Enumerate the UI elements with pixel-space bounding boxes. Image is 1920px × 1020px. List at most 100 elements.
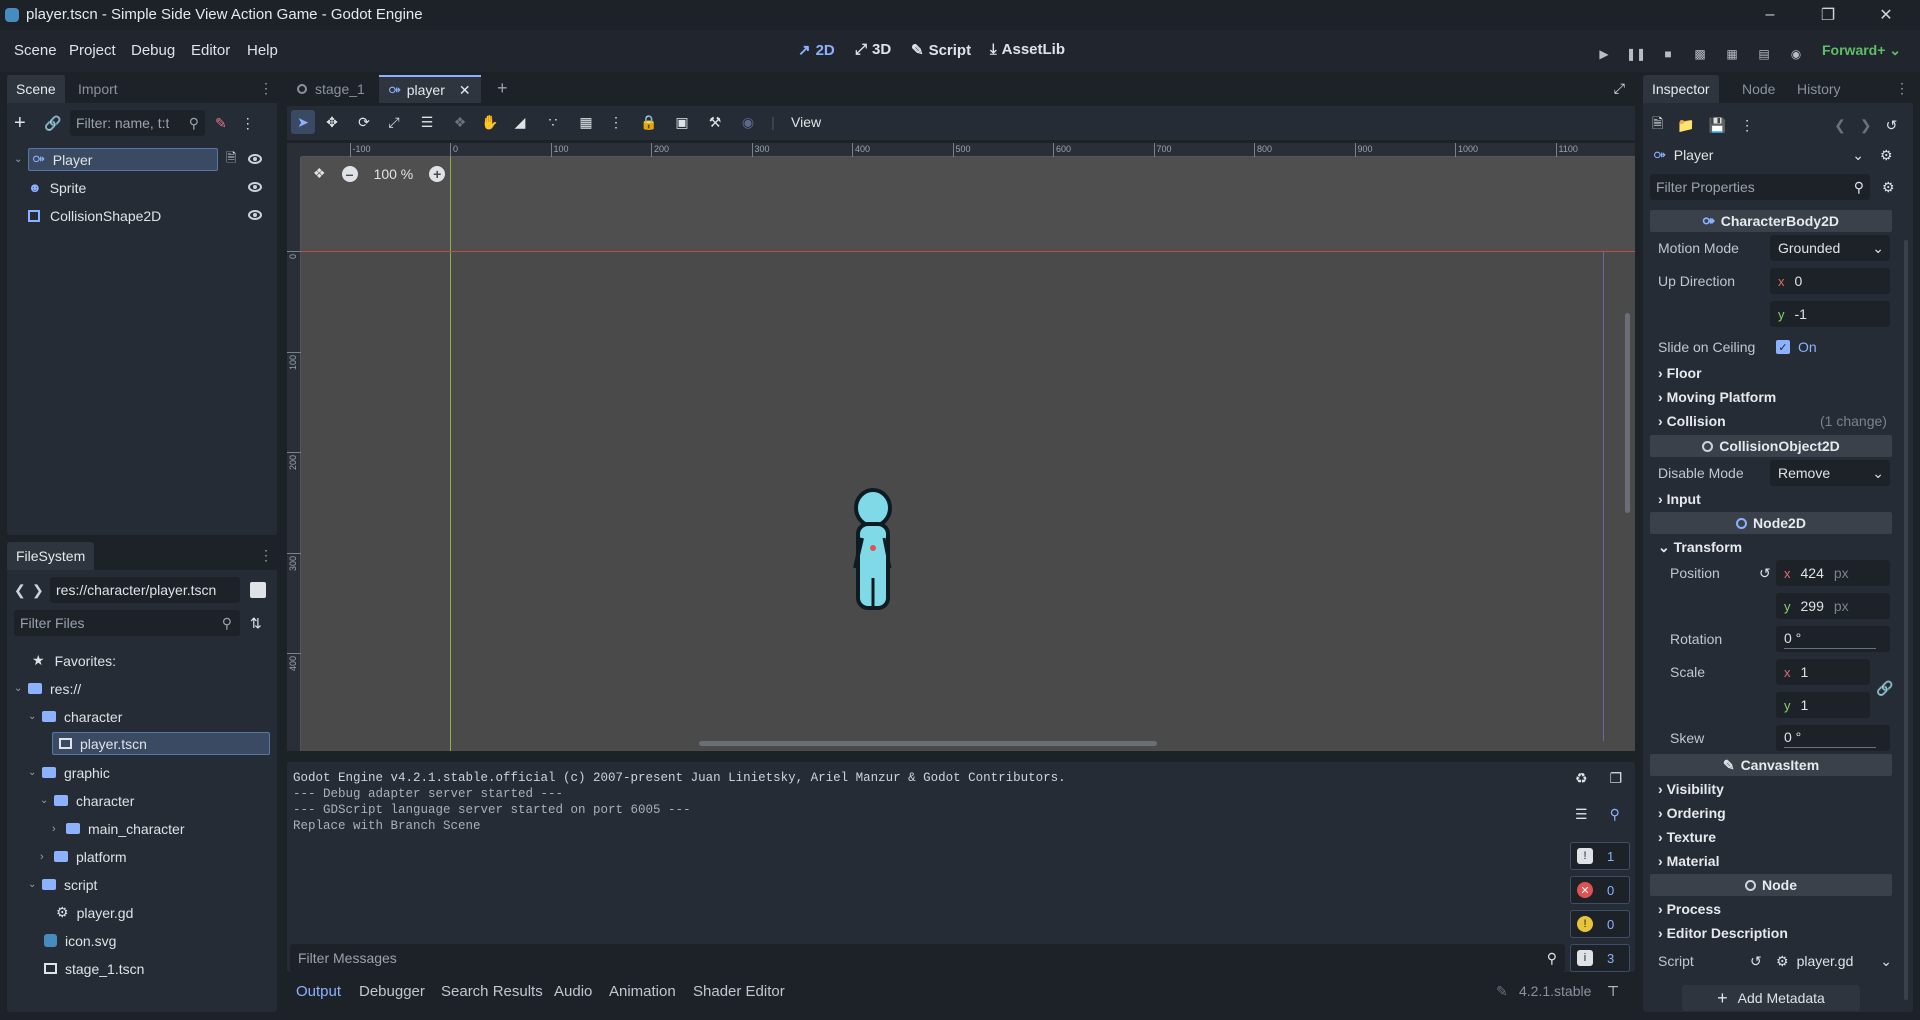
tab-scene[interactable]: Scene	[7, 75, 65, 103]
scale-x-field[interactable]: x1	[1776, 659, 1870, 685]
scale-tool-icon[interactable]: ⤢	[379, 114, 409, 131]
tree-folder-character[interactable]: ⌄ character	[28, 705, 122, 728]
tree-folder-graphic[interactable]: ⌄ graphic	[28, 761, 110, 784]
bottom-tab-shader-editor[interactable]: Shader Editor	[693, 983, 785, 1000]
script-attached-icon[interactable]: 🗎	[226, 149, 236, 171]
bottom-tab-audio[interactable]: Audio	[554, 983, 592, 1000]
up-direction-x-field[interactable]: x0	[1770, 268, 1890, 294]
group-material[interactable]: › Material	[1658, 853, 1719, 869]
scale-y-field[interactable]: y1	[1776, 692, 1870, 718]
slide-on-ceiling-checkbox[interactable]: ✓ On	[1776, 339, 1817, 355]
pan-tool-icon[interactable]: ✋	[475, 114, 505, 131]
instance-scene-icon[interactable]: 🔗	[44, 115, 70, 132]
tab-history[interactable]: History	[1788, 75, 1850, 103]
history-forward-icon[interactable]: ❯	[1860, 117, 1872, 134]
forward-icon[interactable]: ❯	[32, 582, 50, 599]
group-floor[interactable]: › Floor	[1658, 365, 1702, 381]
new-resource-icon[interactable]: 🗎	[1652, 113, 1663, 137]
scene-filter-input[interactable]: Filter: name, t:t ⚲	[70, 110, 205, 136]
up-direction-y-field[interactable]: y -1	[1770, 301, 1890, 327]
collapse-arrow-icon[interactable]: ⌄	[14, 154, 28, 165]
group-icon[interactable]: ▣	[667, 114, 697, 131]
renderer-select[interactable]: Forward+ ⌄	[1822, 42, 1901, 59]
open-resource-icon[interactable]: 📁	[1677, 117, 1694, 134]
group-ordering[interactable]: › Ordering	[1658, 805, 1726, 821]
rotation-slider[interactable]: 0 °	[1776, 626, 1890, 652]
rotate-tool-icon[interactable]: ⟳	[349, 114, 379, 131]
group-transform[interactable]: ⌄ Transform	[1658, 539, 1742, 556]
close-tab-icon[interactable]: ✕	[459, 82, 471, 99]
menu-help[interactable]: Help	[247, 42, 278, 59]
play-button[interactable]: ▶	[1593, 43, 1615, 65]
visibility-eye-icon[interactable]	[248, 154, 262, 164]
collapse-arrow-icon[interactable]: ⌄	[28, 879, 42, 890]
tree-node-collisionshape[interactable]: CollisionShape2D	[28, 204, 272, 227]
zoom-out-icon[interactable]: –	[341, 165, 358, 182]
group-texture[interactable]: › Texture	[1658, 829, 1716, 845]
stop-button[interactable]: ■	[1657, 43, 1679, 65]
collapse-arrow-icon[interactable]: ⌄	[28, 767, 42, 778]
clear-output-icon[interactable]: ♻	[1575, 770, 1588, 787]
messages-filter-button[interactable]: ! 1	[1570, 842, 1630, 870]
tree-file-icon-svg[interactable]: icon.svg	[44, 929, 116, 952]
tree-file-stage1[interactable]: stage_1.tscn	[44, 957, 144, 980]
path-field[interactable]: res://character/player.tscn	[50, 577, 240, 603]
tree-folder-main-character[interactable]: › main_character	[52, 817, 185, 840]
tree-folder-graphic-character[interactable]: ⌄ character	[40, 789, 134, 812]
grid-snap-icon[interactable]: ▦	[571, 114, 601, 131]
play-scene-button[interactable]: ▦	[1721, 43, 1743, 65]
collapse-arrow-icon[interactable]: ⌄	[14, 683, 28, 694]
sort-icon[interactable]: ⇅	[250, 615, 262, 632]
filter-properties-input[interactable]: Filter Properties ⚲	[1650, 174, 1870, 200]
bottom-tab-debugger[interactable]: Debugger	[359, 983, 425, 1000]
player-character-sprite[interactable]	[850, 488, 896, 612]
tree-file-player-gd[interactable]: ⚙ player.gd	[56, 901, 133, 924]
group-input[interactable]: › Input	[1658, 491, 1701, 507]
center-view-icon[interactable]: ❖	[313, 165, 326, 182]
back-icon[interactable]: ❮	[14, 582, 32, 599]
script-resource-picker[interactable]: ⚙ player.gd ⌄	[1776, 948, 1892, 974]
save-resource-icon[interactable]: 💾	[1709, 117, 1726, 134]
warnings-filter-button[interactable]: ! 0	[1570, 910, 1630, 938]
horizontal-scrollbar[interactable]	[699, 741, 1157, 746]
object-properties-icon[interactable]: ⚙	[1880, 147, 1893, 164]
skew-slider[interactable]: 0 °	[1776, 725, 1890, 751]
move-tool-icon[interactable]: ✥	[315, 114, 349, 131]
tab-import[interactable]: Import	[69, 75, 127, 103]
revert-icon[interactable]: ↺	[1759, 565, 1771, 582]
smart-snap-icon[interactable]: ∵	[535, 114, 571, 131]
tab-filesystem[interactable]: FileSystem	[7, 542, 95, 570]
zoom-level[interactable]: 100 %	[374, 166, 414, 182]
revert-icon[interactable]: ↺	[1750, 953, 1762, 970]
tree-file-player-tscn[interactable]: player.tscn	[52, 732, 270, 755]
split-view-icon[interactable]	[250, 582, 266, 598]
tab-inspector[interactable]: Inspector	[1643, 75, 1719, 103]
inspector-scrollbar[interactable]	[1904, 240, 1908, 1000]
resource-menu-icon[interactable]: ⋮	[1740, 117, 1754, 134]
collapse-messages-icon[interactable]: ☰	[1575, 806, 1588, 823]
play-custom-button[interactable]: ▤	[1753, 43, 1775, 65]
lock-icon[interactable]: 🔒	[631, 114, 667, 131]
group-process[interactable]: › Process	[1658, 901, 1721, 917]
tree-node-sprite[interactable]: ☻ Sprite	[28, 176, 272, 199]
minimize-button[interactable]: –	[1742, 0, 1798, 30]
editor-tab-player[interactable]: ⚩ player ✕	[379, 75, 481, 103]
dock-menu-icon[interactable]: ⋮	[259, 547, 273, 564]
tab-script[interactable]: ✎ Script	[911, 41, 971, 60]
group-editor-description[interactable]: › Editor Description	[1658, 925, 1788, 941]
menu-debug[interactable]: Debug	[131, 42, 175, 59]
select-tool-icon[interactable]: ➤	[291, 110, 315, 134]
errors-filter-button[interactable]: ✕ 0	[1570, 876, 1630, 904]
info-filter-button[interactable]: i 3	[1570, 944, 1630, 972]
distraction-free-icon[interactable]: ⤢	[1614, 80, 1625, 97]
tree-node-player[interactable]: ⌄ ⚩ Player 🗎	[14, 148, 272, 171]
pivot-tool-icon[interactable]: ❖	[445, 114, 475, 131]
filter-messages-input[interactable]: Filter Messages ⚲	[290, 944, 1565, 972]
expand-arrow-icon[interactable]: ›	[52, 823, 66, 835]
position-x-field[interactable]: x 424 px	[1776, 560, 1890, 586]
remote-debug-button[interactable]: ▩	[1689, 43, 1711, 65]
link-scale-icon[interactable]: 🔗	[1876, 680, 1893, 697]
bottom-tab-animation[interactable]: Animation	[609, 983, 676, 1000]
group-visibility[interactable]: › Visibility	[1658, 781, 1724, 797]
disable-mode-select[interactable]: Remove ⌄	[1770, 460, 1890, 486]
